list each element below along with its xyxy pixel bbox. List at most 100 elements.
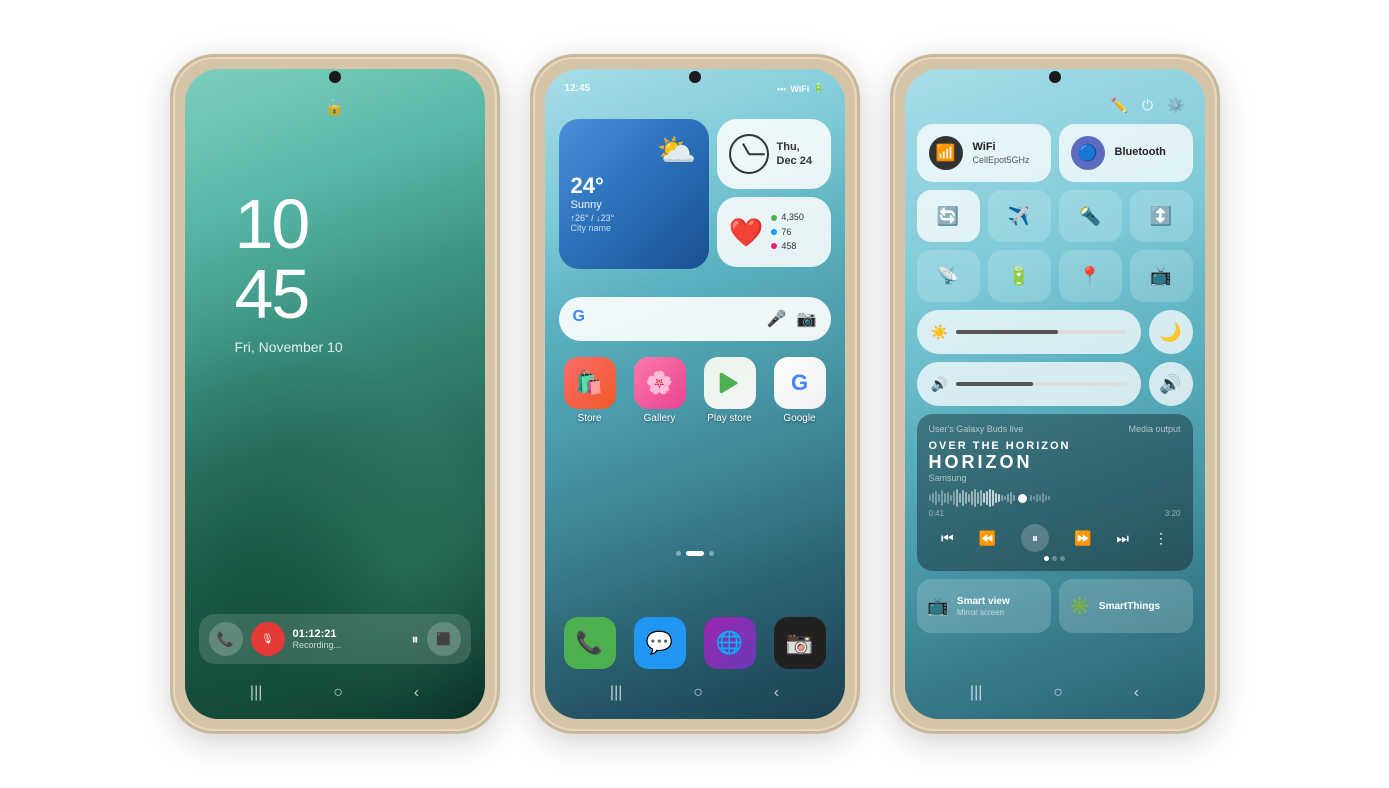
nav3-back-icon[interactable]: ‹ bbox=[1134, 684, 1139, 702]
app-internet[interactable]: 🌐 bbox=[699, 617, 761, 669]
pause-icon[interactable]: ⏸ bbox=[412, 631, 419, 648]
brightness-slider[interactable]: ☀️ bbox=[917, 310, 1141, 354]
dot-2-active bbox=[686, 551, 704, 556]
sound-icon: 🔊 bbox=[1159, 374, 1181, 395]
lockscreen: 🔒 10 45 Fri, November 10 📞 🎙 01:12:21 Re… bbox=[185, 69, 485, 719]
next-track-icon[interactable]: ⏭ bbox=[1116, 530, 1129, 547]
notif-phone-icon[interactable]: 📞 bbox=[209, 622, 243, 656]
voice-search-icon[interactable]: 🎤 bbox=[767, 309, 787, 329]
lock-date: Fri, November 10 bbox=[235, 339, 343, 355]
clock-health-column: Thu, Dec 24 ❤️ 4,350 bbox=[717, 119, 831, 279]
widgets-area: ⛅ 24° Sunny ↑26° / ↓23° City name bbox=[559, 119, 831, 279]
location-toggle[interactable]: 🔄 bbox=[917, 190, 980, 242]
flashlight-toggle[interactable]: 🔦 bbox=[1059, 190, 1122, 242]
settings-icon[interactable]: ⚙️ bbox=[1167, 97, 1184, 114]
gps-toggle[interactable]: 📍 bbox=[1059, 250, 1122, 302]
wifi-toggle[interactable]: 📶 WiFi CellEpot5GHz bbox=[917, 124, 1051, 182]
cc-bottom-actions: 📺 Smart view Mirror screen ✳️ SmartThing… bbox=[917, 579, 1193, 633]
nav-back-icon[interactable]: ‹ bbox=[414, 684, 419, 702]
phone-2: 12:45 ▪▪▪ WiFi 🔋 ⛅ 24° Sunny ↑26° / ↓2 bbox=[530, 54, 860, 734]
app-gallery-label: Gallery bbox=[644, 413, 676, 424]
app-messages[interactable]: 💬 bbox=[629, 617, 691, 669]
dark-mode-toggle[interactable]: 🌙 bbox=[1149, 310, 1193, 354]
lens-search-icon[interactable]: 📷 bbox=[797, 309, 817, 329]
prev-track-icon[interactable]: ⏮ bbox=[941, 530, 954, 547]
nav-recent-icon[interactable]: ||| bbox=[250, 684, 262, 702]
smart-view-sub: Mirror screen bbox=[957, 608, 1010, 617]
nav2-home-icon[interactable]: ○ bbox=[693, 684, 703, 702]
notif-subtitle: Recording... bbox=[293, 640, 404, 650]
data-toggle[interactable]: ↕️ bbox=[1130, 190, 1193, 242]
media-output-label[interactable]: Media output bbox=[1128, 424, 1180, 434]
bluetooth-symbol: 🔵 bbox=[1078, 143, 1098, 163]
nfc-toggle[interactable]: 📡 bbox=[917, 250, 980, 302]
notif-record-icon[interactable]: 🎙 bbox=[251, 622, 285, 656]
media-player-card: User's Galaxy Buds live Media output Ove… bbox=[917, 414, 1193, 571]
smart-things-btn[interactable]: ✳️ SmartThings bbox=[1059, 579, 1193, 633]
nav2-recent-icon[interactable]: ||| bbox=[610, 684, 622, 702]
bluetooth-toggle-icon: 🔵 bbox=[1071, 136, 1105, 170]
screenshare-toggle[interactable]: 📺 bbox=[1130, 250, 1193, 302]
app-camera[interactable]: 📷 bbox=[769, 617, 831, 669]
media-controls: ⏮ ⏪ ⏸ ⏩ ⏭ ⋮ bbox=[929, 524, 1181, 552]
edit-icon[interactable]: ✏️ bbox=[1111, 97, 1128, 114]
notif-time: 01:12:21 bbox=[293, 628, 404, 640]
brightness-icon: ☀️ bbox=[931, 324, 948, 341]
dot-1 bbox=[676, 551, 681, 556]
play-pause-btn[interactable]: ⏸ bbox=[1021, 524, 1049, 552]
media-dot-3 bbox=[1060, 556, 1065, 561]
weather-temp: 24° bbox=[571, 173, 697, 199]
phone-call-icon: 📞 bbox=[217, 631, 234, 648]
nav-bar-1: ||| ○ ‹ bbox=[185, 675, 485, 711]
nav3-recent-icon[interactable]: ||| bbox=[970, 684, 982, 702]
bluetooth-toggle[interactable]: 🔵 Bluetooth bbox=[1059, 124, 1193, 182]
app-play-store[interactable]: Play store bbox=[699, 357, 761, 424]
power-icon[interactable]: ⏻ bbox=[1142, 97, 1153, 114]
camera-notch-3 bbox=[1049, 71, 1061, 83]
powersave-toggle[interactable]: 🔋 bbox=[988, 250, 1051, 302]
media-song-title: Over the Horizon bbox=[929, 440, 1071, 452]
volume-slider[interactable]: 🔊 bbox=[917, 362, 1141, 406]
rewind-icon[interactable]: ⏪ bbox=[979, 530, 996, 547]
cc-header: ✏️ ⏻ ⚙️ bbox=[1111, 97, 1185, 114]
nav-home-icon[interactable]: ○ bbox=[333, 684, 343, 702]
nav2-back-icon[interactable]: ‹ bbox=[774, 684, 779, 702]
media-current-time: 0:41 bbox=[929, 509, 945, 518]
notif-camera-icon[interactable]: ⬛ bbox=[427, 622, 461, 656]
record-waveform-icon: 🎙 bbox=[261, 634, 274, 645]
flashlight-icon: 🔦 bbox=[1079, 206, 1101, 227]
screenshare-icon: 📺 bbox=[1150, 266, 1172, 287]
weather-widget[interactable]: ⛅ 24° Sunny ↑26° / ↓23° City name bbox=[559, 119, 709, 269]
smart-view-btn[interactable]: 📺 Smart view Mirror screen bbox=[917, 579, 1051, 633]
app-gallery[interactable]: 🌸 Gallery bbox=[629, 357, 691, 424]
app-phone[interactable]: 📞 bbox=[559, 617, 621, 669]
clock-day-info: Thu, Dec 24 bbox=[777, 140, 812, 169]
wifi-info: WiFi CellEpot5GHz bbox=[973, 141, 1030, 164]
airplane-toggle[interactable]: ✈️ bbox=[988, 190, 1051, 242]
media-dot-2 bbox=[1052, 556, 1057, 561]
health-stats: 4,350 76 458 bbox=[771, 210, 804, 253]
nav3-home-icon[interactable]: ○ bbox=[1053, 684, 1063, 702]
media-dot-1 bbox=[1044, 556, 1049, 561]
sound-toggle[interactable]: 🔊 bbox=[1149, 362, 1193, 406]
app-store[interactable]: 🛍️ Store bbox=[559, 357, 621, 424]
bluetooth-info: Bluetooth bbox=[1115, 146, 1166, 159]
cc-panel: 📶 WiFi CellEpot5GHz 🔵 Bluetooth bbox=[917, 124, 1193, 664]
app-google[interactable]: G Google bbox=[769, 357, 831, 424]
nav-bar-2: ||| ○ ‹ bbox=[545, 675, 845, 711]
powersave-icon: 🔋 bbox=[1008, 266, 1030, 287]
steps-count: 4,350 bbox=[781, 210, 804, 224]
lock-notification-bar[interactable]: 📞 🎙 01:12:21 Recording... ⏸ ⬛ bbox=[199, 614, 471, 664]
airplane-icon: ✈️ bbox=[1008, 206, 1030, 227]
camera-notch-1 bbox=[329, 71, 341, 83]
internet-app-icon: 🌐 bbox=[704, 617, 756, 669]
lock-icon: 🔒 bbox=[325, 97, 345, 117]
more-options-icon[interactable]: ⋮ bbox=[1154, 530, 1168, 547]
gps-icon: 📍 bbox=[1079, 266, 1101, 287]
clock-widget[interactable]: Thu, Dec 24 bbox=[717, 119, 831, 189]
search-bar[interactable]: G 🎤 📷 bbox=[559, 297, 831, 341]
minute-hand bbox=[749, 153, 765, 155]
health-widget[interactable]: ❤️ 4,350 76 4 bbox=[717, 197, 831, 267]
nfc-icon: 📡 bbox=[937, 266, 959, 287]
forward-icon[interactable]: ⏩ bbox=[1074, 530, 1091, 547]
